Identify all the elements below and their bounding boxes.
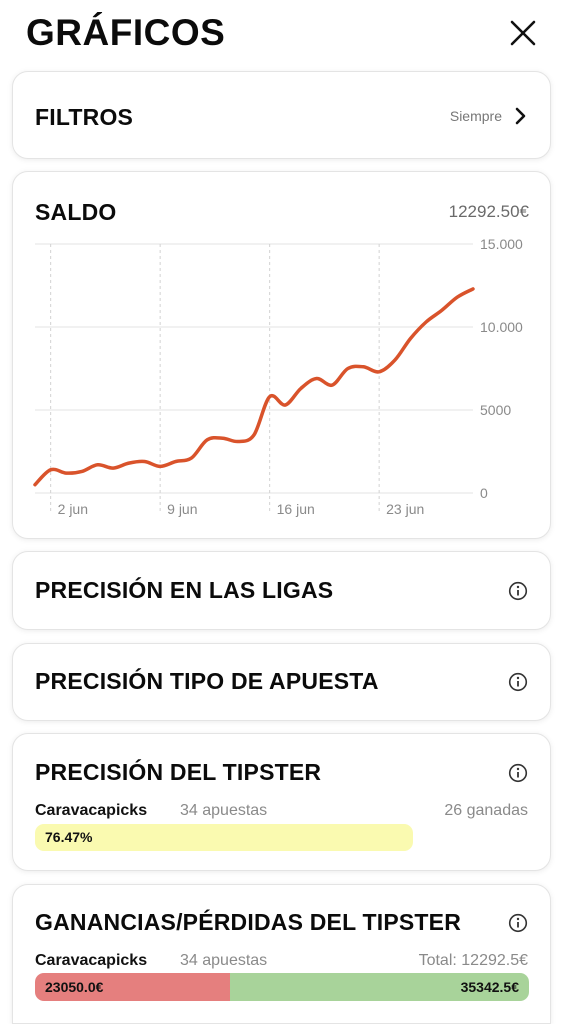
tipo-card[interactable]: PRECISIÓN TIPO DE APUESTA: [12, 643, 551, 721]
saldo-series-line: [33, 287, 475, 487]
tipo-title: PRECISIÓN TIPO DE APUESTA: [35, 668, 379, 694]
profit-loss-bar: 23050.0€ 35342.5€: [35, 973, 529, 1001]
gain-segment: 35342.5€: [229, 973, 529, 1001]
tipster-total: Total: 12292.5€: [418, 952, 528, 969]
y-tick-label: 15.000: [480, 236, 523, 252]
precision-tipster-card: PRECISIÓN DEL TIPSTER Caravacapicks 34 a…: [12, 733, 551, 871]
precision-tipster-title: PRECISIÓN DEL TIPSTER: [35, 759, 322, 785]
ligas-title: PRECISIÓN EN LAS LIGAS: [35, 577, 334, 603]
info-icon[interactable]: [508, 913, 528, 933]
x-tick-label: 16 jun: [277, 501, 315, 517]
ligas-card[interactable]: PRECISIÓN EN LAS LIGAS: [12, 551, 551, 630]
filters-card[interactable]: FILTROS Siempre: [12, 71, 551, 159]
tipster-bets: 34 apuestas: [180, 952, 268, 969]
x-tick-label: 2 jun: [58, 501, 88, 517]
chevron-right-icon[interactable]: [512, 105, 530, 127]
precision-bar: 76.47%: [35, 824, 413, 851]
info-icon[interactable]: [508, 672, 528, 692]
loss-segment: 23050.0€: [35, 973, 230, 1001]
tipster-name: Caravacapicks: [35, 802, 148, 819]
close-icon[interactable]: [506, 16, 540, 50]
tipster-won: 26 ganadas: [444, 802, 528, 819]
ganancias-title: GANANCIAS/PÉRDIDAS DEL TIPSTER: [35, 909, 462, 935]
x-tick-label: 23 jun: [386, 501, 424, 517]
loss-label: 23050.0€: [45, 979, 104, 995]
tipster-name: Caravacapicks: [35, 952, 148, 969]
filters-value: Siempre: [449, 108, 502, 124]
precision-percentage: 76.47%: [45, 829, 93, 845]
y-tick-label: 0: [480, 485, 488, 501]
page-title: GRÁFICOS: [26, 12, 226, 53]
tipster-bets: 34 apuestas: [180, 802, 268, 819]
ganancias-card: GANANCIAS/PÉRDIDAS DEL TIPSTER Caravacap…: [12, 884, 551, 1024]
filters-title: FILTROS: [35, 104, 134, 130]
info-icon[interactable]: [508, 763, 528, 783]
y-tick-label: 5000: [480, 402, 511, 418]
saldo-card: SALDO 12292.50€ 15.000 10.000 5000 0 2 jun 9 …: [12, 171, 551, 539]
x-tick-label: 9 jun: [167, 501, 197, 517]
gain-label: 35342.5€: [460, 979, 519, 995]
header: GRÁFICOS: [0, 0, 563, 66]
saldo-chart: 15.000 10.000 5000 0 2 jun 9 jun 16 jun 23 jun: [33, 236, 523, 517]
y-tick-label: 10.000: [480, 319, 523, 335]
info-icon[interactable]: [508, 581, 528, 601]
